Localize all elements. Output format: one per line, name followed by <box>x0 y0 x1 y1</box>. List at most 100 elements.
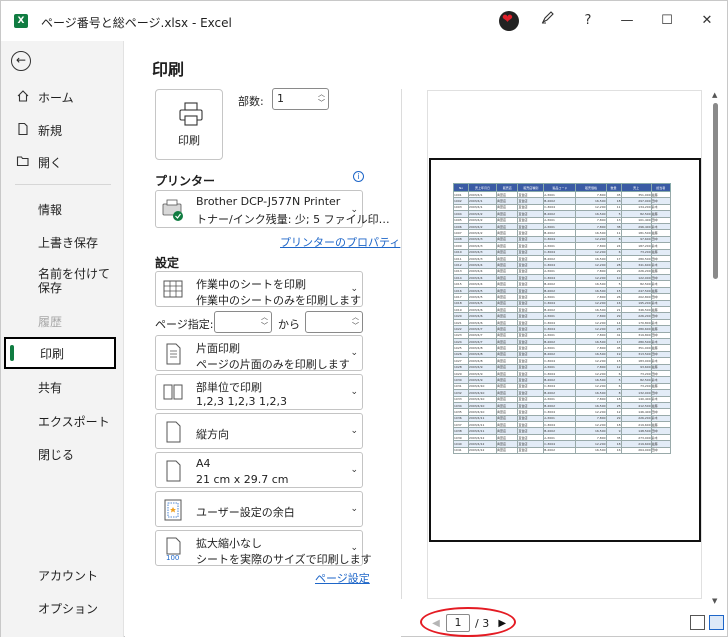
panel-divider <box>401 89 402 599</box>
chevron-down-icon: ⌄ <box>350 205 358 215</box>
table-cell: 青葉店 <box>495 446 519 455</box>
sidebar-item-print[interactable]: 印刷 <box>4 337 116 369</box>
sidebar-item-export[interactable]: エクスポート <box>1 407 124 435</box>
table-header-cell: 販売店 <box>495 183 519 192</box>
pen-icon[interactable] <box>537 10 559 32</box>
sidebar-item-share[interactable]: 共有 <box>1 373 124 401</box>
sidebar-item-close[interactable]: 閉じる <box>1 440 124 468</box>
sides-desc: ページの片面のみを印刷します <box>196 358 350 371</box>
printer-icon <box>179 102 203 126</box>
custom-margins-icon <box>164 499 182 521</box>
paper-icon <box>166 460 181 482</box>
spin-arrows-icon[interactable]: ︿ ﹀ <box>261 313 268 331</box>
sidebar-item-label: アカウント <box>38 568 99 583</box>
pages-to-input[interactable]: ︿ ﹀ <box>305 311 363 333</box>
scaling-title: 拡大縮小なし <box>196 537 262 550</box>
table-cell: B-2002 <box>543 446 577 455</box>
preview-scrollbar[interactable]: ▲ ▼ <box>712 89 720 609</box>
sidebar-item-info[interactable]: 情報 <box>1 195 124 223</box>
printer-dropdown[interactable]: Brother DCP-J577N Printer トナー/インク残量: 少; … <box>155 190 390 228</box>
paper-size-dropdown[interactable]: A4 21 cm x 29.7 cm ⌄ <box>155 452 363 488</box>
open-folder-icon <box>15 154 31 172</box>
scroll-up-icon[interactable]: ▲ <box>712 91 717 99</box>
no-scaling-icon: 100 <box>166 537 181 561</box>
table-header-cell: 売上年月日 <box>468 183 497 192</box>
settings-section-title: 設定 <box>155 256 180 270</box>
sidebar-item-save-as[interactable]: 名前を付けて保存 <box>1 263 124 299</box>
table-header-cell: 販売店種別 <box>517 183 545 192</box>
sides-dropdown[interactable]: 片面印刷 ページの片面のみを印刷します ⌄ <box>155 335 363 371</box>
printer-ready-icon <box>162 199 183 221</box>
window-title: ページ番号と総ページ.xlsx - Excel <box>41 16 232 30</box>
sheet-grid-icon <box>163 280 183 298</box>
sidebar-item-open[interactable]: 開く <box>1 148 124 176</box>
printer-properties-link[interactable]: プリンターのプロパティ <box>280 234 400 250</box>
sidebar-item-new[interactable]: 新規 <box>1 116 124 144</box>
table-header-cell: 販売価格 <box>575 183 607 192</box>
pages-from-input[interactable]: ︿ ﹀ <box>214 311 272 333</box>
table-cell: 2003/4/12 <box>468 446 497 455</box>
chevron-down-icon: ⌄ <box>350 284 358 294</box>
table-cell: 田中 <box>650 446 672 455</box>
info-icon[interactable]: i <box>353 171 364 182</box>
scroll-thumb[interactable] <box>713 103 718 279</box>
table-header-row: No 売上年月日 販売店 販売店種別 製品コード 販売価格 数量 売上 担当者 <box>452 183 672 192</box>
sidebar-item-label: ホーム <box>38 90 74 105</box>
collate-icon <box>163 384 183 400</box>
print-settings-panel: 印刷 印刷 部数: 1 ︿ ﹀ プリンター i Brother DCP-J577N… <box>125 41 401 637</box>
highlight-oval <box>420 607 516 637</box>
table-header-cell: 数量 <box>605 183 622 192</box>
sidebar-item-label: オプション <box>38 601 99 616</box>
portrait-icon <box>166 421 181 443</box>
print-scope-dropdown[interactable]: 作業中のシートを印刷 作業中のシートのみを印刷します ⌄ <box>155 271 363 307</box>
copies-stepper[interactable]: 1 ︿ ﹀ <box>272 88 329 110</box>
new-document-icon <box>15 122 31 140</box>
show-margins-icon[interactable] <box>690 615 705 630</box>
printer-status: トナー/インク残量: 少; 5 ファイル印… <box>196 213 390 226</box>
copies-value: 1 <box>277 92 284 105</box>
close-icon[interactable]: ✕ <box>696 10 718 32</box>
title-bar: X ページ番号と総ページ.xlsx - Excel ? — ☐ ✕ <box>1 1 727 41</box>
margins-dropdown[interactable]: ユーザー設定の余白 ⌄ <box>155 491 363 527</box>
sidebar-item-label: 開く <box>38 155 63 170</box>
sidebar-item-account[interactable]: アカウント <box>1 561 124 589</box>
table-cell: 1041 <box>452 446 470 455</box>
page-setup-link[interactable]: ページ設定 <box>315 570 370 586</box>
zoom-to-page-icon[interactable] <box>709 615 724 630</box>
scroll-down-icon[interactable]: ▼ <box>712 597 717 605</box>
chevron-down-icon: ⌄ <box>350 465 358 475</box>
maximize-icon[interactable]: ☐ <box>656 10 678 32</box>
chevron-down-icon: ⌄ <box>350 504 358 514</box>
excel-window: X ページ番号と総ページ.xlsx - Excel ? — ☐ ✕ ← ホーム … <box>0 0 728 637</box>
help-icon[interactable]: ? <box>577 10 599 32</box>
paper-size-title: A4 <box>196 457 211 470</box>
collate-title: 部単位で印刷 <box>196 381 262 394</box>
sidebar-item-save[interactable]: 上書き保存 <box>1 228 124 256</box>
orientation-dropdown[interactable]: 縦方向 ⌄ <box>155 413 363 449</box>
table-header-cell: 製品コード <box>543 183 577 192</box>
preview-sheet: No 売上年月日 販売店 販売店種別 製品コード 販売価格 数量 売上 担当者 1001 2003… <box>452 183 672 455</box>
table-header-cell: 売上 <box>620 183 652 192</box>
svg-text:100: 100 <box>166 554 179 561</box>
sidebar-divider <box>15 184 111 185</box>
collate-dropdown[interactable]: 部単位で印刷 1,2,3 1,2,3 1,2,3 ⌄ <box>155 374 363 410</box>
spin-arrows-icon[interactable]: ︿ ﹀ <box>352 313 359 331</box>
sides-title: 片面印刷 <box>196 342 240 355</box>
sidebar-item-label: 情報 <box>38 202 63 217</box>
minimize-icon[interactable]: — <box>616 10 638 32</box>
backstage-sidebar: ← ホーム 新規 開く 情報 上書き保存 名前を付けて保存 履歴 印刷 共有 エ… <box>1 41 124 637</box>
orientation-value: 縦方向 <box>196 428 229 441</box>
copies-label: 部数: <box>238 95 264 108</box>
back-arrow-icon[interactable]: ← <box>11 51 31 71</box>
scaling-dropdown[interactable]: 100 拡大縮小なし シートを実際のサイズで印刷します ⌄ <box>155 530 372 566</box>
spin-arrows-icon[interactable]: ︿ ﹀ <box>318 90 325 108</box>
sidebar-item-label: 印刷 <box>40 346 65 361</box>
sidebar-item-options[interactable]: オプション <box>1 594 124 622</box>
print-button[interactable]: 印刷 <box>155 89 223 160</box>
home-icon <box>15 89 31 107</box>
heart-avatar-icon[interactable] <box>499 11 519 31</box>
chevron-down-icon: ⌄ <box>350 543 358 553</box>
sidebar-item-home[interactable]: ホーム <box>1 83 124 111</box>
chevron-down-icon: ⌄ <box>350 387 358 397</box>
sidebar-item-label: 上書き保存 <box>38 235 99 250</box>
